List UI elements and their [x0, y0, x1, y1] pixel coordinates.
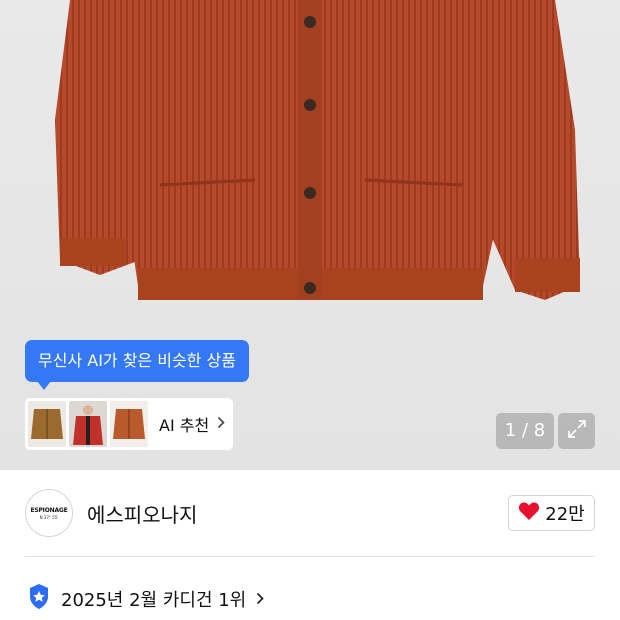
section-divider: [25, 556, 595, 557]
ai-similar-products-tooltip: 무신사 AI가 찾은 비슷한 상품: [25, 340, 249, 390]
ranking-link[interactable]: 2025년 2월 카디건 1위: [27, 583, 264, 615]
brand-logo-coordinates: N 37° 55': [39, 514, 59, 520]
brand-logo-wordmark: ESPIONAGE: [30, 506, 68, 514]
ranking-text: 2025년 2월 카디건 1위: [61, 590, 247, 611]
like-button[interactable]: 22만: [508, 495, 595, 531]
heart-icon: [518, 501, 540, 525]
similar-product-thumb[interactable]: [28, 401, 66, 447]
expand-icon: [567, 419, 587, 443]
ranking-badge-icon: [27, 583, 51, 615]
fullscreen-button[interactable]: [558, 413, 595, 449]
ai-recommend-label: AI 추천: [159, 416, 210, 435]
chevron-right-icon: [256, 590, 264, 609]
similar-product-thumb[interactable]: [110, 401, 148, 447]
brand-logo[interactable]: ESPIONAGE N 37° 55': [25, 489, 73, 537]
like-count: 22만: [545, 504, 585, 525]
ai-recommend-strip[interactable]: AI 추천: [25, 398, 233, 450]
image-counter: 1 / 8: [496, 413, 554, 449]
brand-name-link[interactable]: 에스피오나지: [87, 499, 197, 528]
chevron-right-icon: [217, 415, 225, 433]
product-image-gallery[interactable]: 무신사 AI가 찾은 비슷한 상품 AI 추천 1 / 8: [0, 0, 620, 470]
similar-product-thumb[interactable]: [69, 401, 107, 447]
